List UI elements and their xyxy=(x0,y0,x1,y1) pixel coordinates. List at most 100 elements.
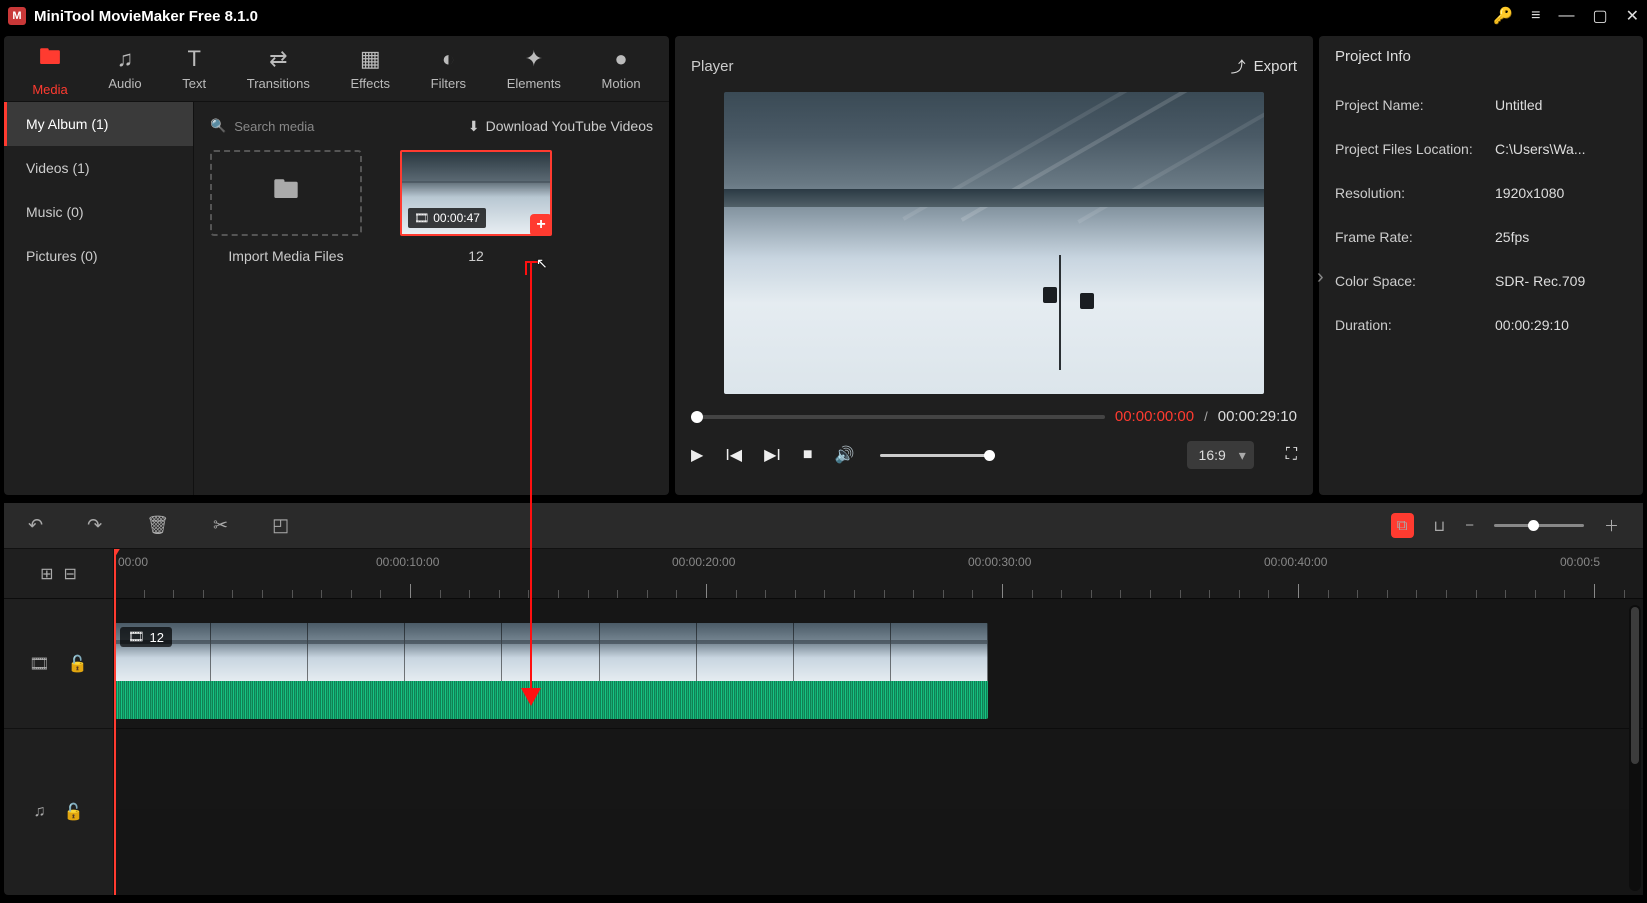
video-track[interactable]: 🎞12 xyxy=(114,599,1643,729)
redo-button[interactable]: ↷ xyxy=(87,515,102,536)
video-preview[interactable] xyxy=(724,92,1264,394)
add-track-button[interactable]: ⊞ xyxy=(40,564,53,584)
scrub-bar[interactable] xyxy=(691,415,1105,419)
upgrade-key-icon[interactable]: 🔑 xyxy=(1493,6,1513,26)
clip-duration-badge: 🎞 00:00:47 xyxy=(408,208,486,228)
titlebar: M MiniTool MovieMaker Free 8.1.0 🔑 ≡ — ▢… xyxy=(0,0,1647,32)
timeline-ruler[interactable]: 00:00 00:00:10:00 00:00:20:00 00:00:30:0… xyxy=(114,549,1643,599)
media-clip-tile[interactable]: 🎞 00:00:47 + 12 xyxy=(400,150,552,264)
search-icon: 🔍 xyxy=(210,118,226,134)
transition-icon: ⇄ xyxy=(269,46,287,72)
volume-slider[interactable] xyxy=(880,454,990,457)
total-time: 00:00:29:10 xyxy=(1218,408,1297,425)
remove-track-button[interactable]: ⊟ xyxy=(64,564,77,584)
tab-transitions[interactable]: ⇄ Transitions xyxy=(237,42,320,95)
add-to-timeline-button[interactable]: + xyxy=(530,214,552,236)
player-panel: Player ⤴ Export 00:00:00:00 / 00:00:29:1… xyxy=(675,36,1313,495)
time-separator: / xyxy=(1204,409,1208,424)
app-title: MiniTool MovieMaker Free 8.1.0 xyxy=(34,8,1493,25)
info-res-value: 1920x1080 xyxy=(1495,185,1627,201)
info-cs-label: Color Space: xyxy=(1335,273,1495,289)
ruler-tick-40: 00:00:40:00 xyxy=(1264,555,1327,569)
timeline-clip[interactable]: 🎞12 xyxy=(114,623,988,719)
scrub-handle[interactable] xyxy=(691,411,703,423)
download-youtube-button[interactable]: ⬇ Download YouTube Videos xyxy=(468,118,653,135)
album-my-album[interactable]: My Album (1) xyxy=(4,102,193,146)
annotation-cursor-icon: ↖ xyxy=(536,255,548,272)
zoom-out-button[interactable]: − xyxy=(1465,517,1474,534)
maximize-button[interactable]: ▢ xyxy=(1592,6,1607,26)
media-panel: 🖿Media ♫Audio TText ⇄ Transitions ▦Effect… xyxy=(4,36,669,495)
play-button[interactable]: ▶ xyxy=(691,445,703,465)
timeline-toolbar: ↶ ↷ 🗑 ✂ ◰ ⧉ ⊔ − ＋ xyxy=(4,503,1643,549)
next-frame-button[interactable]: ▶I xyxy=(764,445,781,465)
split-button[interactable]: ✂ xyxy=(213,515,228,536)
import-media-tile[interactable]: 🖿 Import Media Files xyxy=(210,150,362,264)
collapse-info-icon[interactable]: › xyxy=(1317,266,1324,289)
elements-icon: ✦ xyxy=(525,46,543,72)
tab-elements-label: Elements xyxy=(507,76,561,91)
filters-icon: ◐ xyxy=(442,46,455,72)
tab-filters[interactable]: ◐Filters xyxy=(421,42,476,95)
info-name-value: Untitled xyxy=(1495,97,1627,113)
tab-text[interactable]: TText xyxy=(172,42,216,95)
clip-label-badge: 🎞12 xyxy=(120,627,172,647)
info-dur-value: 00:00:29:10 xyxy=(1495,317,1627,333)
motion-icon: ● xyxy=(614,46,627,72)
volume-icon[interactable]: 🔊 xyxy=(834,445,854,465)
info-fps-label: Frame Rate: xyxy=(1335,229,1495,245)
tab-elements[interactable]: ✦ Elements xyxy=(497,42,571,95)
tab-audio[interactable]: ♫Audio xyxy=(98,42,151,95)
ruler-tick-50: 00:00:5 xyxy=(1560,555,1600,569)
timeline-scrollbar[interactable] xyxy=(1629,605,1641,891)
import-media-label: Import Media Files xyxy=(228,248,343,264)
search-input[interactable]: 🔍 Search media xyxy=(210,118,458,134)
close-button[interactable]: ✕ xyxy=(1626,6,1639,26)
album-music[interactable]: Music (0) xyxy=(4,190,193,234)
audio-track[interactable] xyxy=(114,729,1643,809)
album-sidebar: My Album (1) Videos (1) Music (0) Pictur… xyxy=(4,102,194,495)
audio-lock-icon[interactable]: 🔓 xyxy=(64,802,84,822)
crop-button[interactable]: ◰ xyxy=(272,515,289,536)
tab-motion[interactable]: ●Motion xyxy=(592,42,651,95)
timeline-tracks[interactable]: 00:00 00:00:10:00 00:00:20:00 00:00:30:0… xyxy=(114,549,1643,895)
prev-frame-button[interactable]: I◀ xyxy=(725,445,742,465)
project-info-panel: › Project Info Project Name:Untitled Pro… xyxy=(1319,36,1643,495)
fullscreen-button[interactable]: ⛶ xyxy=(1286,446,1297,464)
magnet-button[interactable]: ⊔ xyxy=(1434,517,1446,535)
info-fps-value: 25fps xyxy=(1495,229,1627,245)
clip-duration: 00:00:47 xyxy=(433,211,480,225)
tab-media-label: Media xyxy=(32,82,67,97)
clip-label-text: 12 xyxy=(150,630,164,645)
export-button[interactable]: ⤴ Export xyxy=(1231,56,1297,77)
playhead[interactable] xyxy=(114,549,116,895)
stop-button[interactable]: ■ xyxy=(803,446,813,464)
music-note-icon: ♫ xyxy=(117,46,134,72)
timeline-panel: ↶ ↷ 🗑 ✂ ◰ ⧉ ⊔ − ＋ ⊞ ⊟ 🎞 🔓 ♫ 🔓 xyxy=(4,503,1643,895)
hamburger-menu-icon[interactable]: ≡ xyxy=(1531,7,1540,25)
minimize-button[interactable]: — xyxy=(1558,7,1574,25)
razor-tool-button[interactable]: ⧉ xyxy=(1391,513,1414,538)
tab-effects[interactable]: ▦Effects xyxy=(341,42,401,95)
album-pictures[interactable]: Pictures (0) xyxy=(4,234,193,278)
delete-button[interactable]: 🗑 xyxy=(146,515,169,536)
undo-button[interactable]: ↶ xyxy=(28,515,43,536)
scrollbar-thumb[interactable] xyxy=(1631,607,1639,764)
tab-media[interactable]: 🖿Media xyxy=(22,36,77,101)
album-videos[interactable]: Videos (1) xyxy=(4,146,193,190)
timeline-gutter: ⊞ ⊟ 🎞 🔓 ♫ 🔓 xyxy=(4,549,114,895)
aspect-ratio-select[interactable]: 16:9 xyxy=(1187,441,1254,469)
current-time: 00:00:00:00 xyxy=(1115,408,1194,425)
ruler-tick-30: 00:00:30:00 xyxy=(968,555,1031,569)
video-lock-icon[interactable]: 🔓 xyxy=(68,654,88,674)
search-placeholder: Search media xyxy=(234,119,314,134)
info-cs-value: SDR- Rec.709 xyxy=(1495,273,1627,289)
effects-icon: ▦ xyxy=(360,46,381,72)
clip-thumbnail[interactable]: 🎞 00:00:47 + xyxy=(400,150,552,236)
tab-transitions-label: Transitions xyxy=(247,76,310,91)
zoom-in-button[interactable]: ＋ xyxy=(1604,515,1619,536)
info-dur-label: Duration: xyxy=(1335,317,1495,333)
annotation-arrow xyxy=(530,262,532,704)
ruler-tick-0: 00:00 xyxy=(118,555,148,569)
zoom-slider[interactable] xyxy=(1494,524,1584,527)
